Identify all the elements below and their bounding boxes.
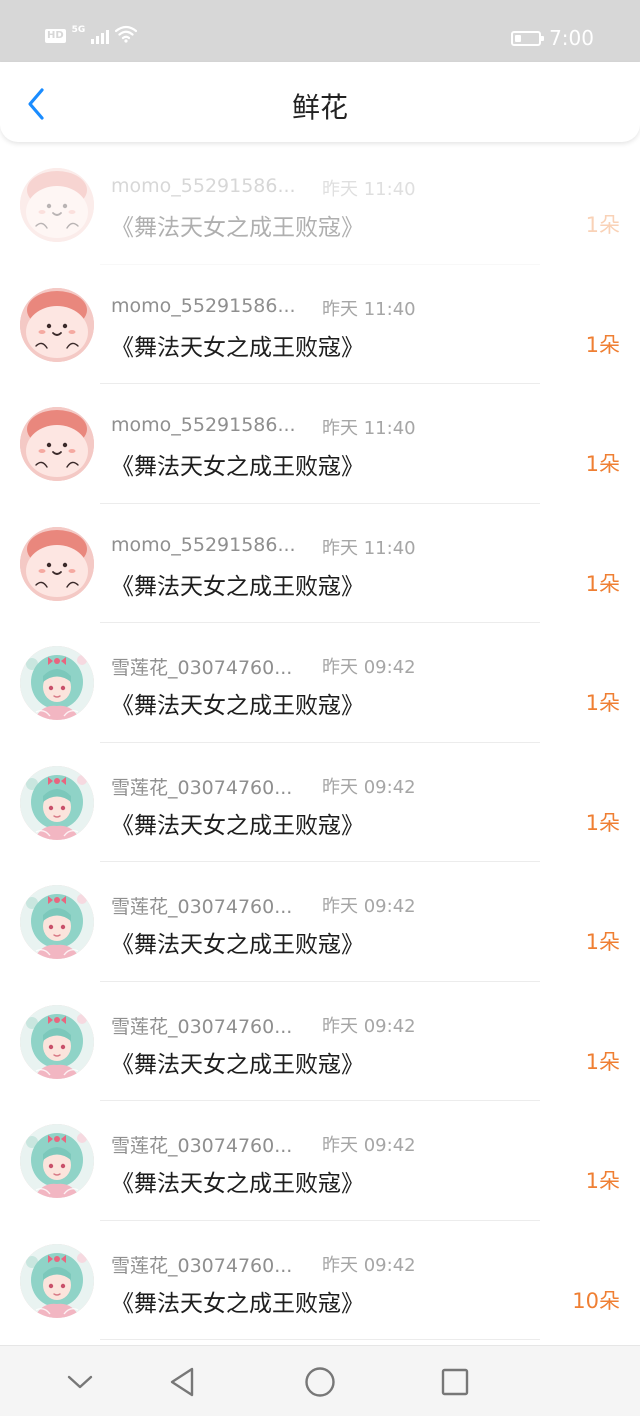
system-navigation-bar xyxy=(0,1345,640,1416)
home-button[interactable] xyxy=(300,1364,340,1400)
flower-list-item[interactable]: 雪莲花_03074760... 昨天 09:42 《舞法天女之成王败寇》 1朵 xyxy=(0,1101,640,1221)
sender-name: momo_55291586... xyxy=(111,294,296,317)
flower-count: 1朵 xyxy=(585,452,620,476)
work-title: 《舞法天女之成王败寇》 xyxy=(111,693,364,719)
flower-count: 1朵 xyxy=(585,1169,620,1193)
nav-bar: 鲜花 xyxy=(0,62,640,142)
flower-list-item[interactable]: momo_55291586... 昨天 11:40 《舞法天女之成王败寇》 1朵 xyxy=(0,145,640,265)
sender-name: momo_55291586... xyxy=(111,414,296,436)
signal-icon xyxy=(91,28,110,44)
avatar[interactable] xyxy=(20,287,94,362)
avatar[interactable] xyxy=(20,1124,94,1198)
sender-name: 雪莲花_03074760... xyxy=(111,896,293,918)
sender-name: 雪莲花_03074760... xyxy=(111,1015,293,1038)
flower-count: 1朵 xyxy=(585,1049,620,1074)
status-bar: HD 5G 7:00 xyxy=(0,0,640,62)
flower-count: 1朵 xyxy=(585,691,620,715)
flower-list-item[interactable]: 雪莲花_03074760... 昨天 09:42 《舞法天女之成王败寇》 10朵 xyxy=(0,1221,640,1341)
hd-indicator: HD xyxy=(45,29,66,43)
status-left: HD 5G xyxy=(45,25,138,47)
work-title: 《舞法天女之成王败寇》 xyxy=(111,1051,364,1078)
flower-list-item[interactable]: momo_55291586... 昨天 11:40 《舞法天女之成王败寇》 1朵 xyxy=(0,504,640,624)
timestamp: 昨天 09:42 xyxy=(322,1135,416,1156)
avatar[interactable] xyxy=(20,646,94,720)
square-recent-icon xyxy=(441,1368,469,1396)
flower-list-item[interactable]: 雪莲花_03074760... 昨天 09:42 《舞法天女之成王败寇》 1朵 xyxy=(0,743,640,863)
wifi-icon xyxy=(115,25,138,47)
triangle-back-icon xyxy=(170,1367,194,1397)
flower-count: 1朵 xyxy=(585,213,620,237)
flower-list-item[interactable]: 雪莲花_03074760... 昨天 09:42 《舞法天女之成王败寇》 1朵 xyxy=(0,623,640,743)
timestamp: 昨天 09:42 xyxy=(322,776,416,798)
timestamp: 昨天 09:42 xyxy=(322,1254,416,1276)
timestamp: 昨天 11:40 xyxy=(322,179,416,200)
back-nav-button[interactable] xyxy=(162,1364,202,1400)
flower-count: 1朵 xyxy=(585,332,620,357)
collapse-button[interactable] xyxy=(60,1364,100,1400)
avatar[interactable] xyxy=(20,168,94,242)
flower-list: momo_55291586... 昨天 11:40 《舞法天女之成王败寇》 1朵 mom… xyxy=(0,145,640,1340)
work-title: 《舞法天女之成王败寇》 xyxy=(111,215,364,241)
sender-name: momo_55291586... xyxy=(111,175,296,197)
sender-name: 雪莲花_03074760... xyxy=(111,1254,293,1277)
timestamp: 昨天 09:42 xyxy=(322,896,416,917)
timestamp: 昨天 09:42 xyxy=(322,1015,416,1037)
timestamp: 昨天 09:42 xyxy=(322,657,416,678)
avatar[interactable] xyxy=(20,885,94,959)
flower-list-item[interactable]: momo_55291586... 昨天 11:40 《舞法天女之成王败寇》 1朵 xyxy=(0,384,640,504)
status-right: 7:00 xyxy=(511,26,594,50)
clock: 7:00 xyxy=(549,26,594,50)
flower-list-item[interactable]: 雪莲花_03074760... 昨天 09:42 《舞法天女之成王败寇》 1朵 xyxy=(0,982,640,1102)
work-title: 《舞法天女之成王败寇》 xyxy=(111,334,364,361)
battery-icon xyxy=(511,30,545,46)
avatar[interactable] xyxy=(20,1243,94,1318)
flower-count: 10朵 xyxy=(572,1288,620,1313)
flower-count: 1朵 xyxy=(585,571,620,596)
avatar[interactable] xyxy=(20,1004,94,1079)
sender-name: 雪莲花_03074760... xyxy=(111,1135,293,1157)
chevron-down-icon xyxy=(67,1375,93,1389)
avatar[interactable] xyxy=(20,526,94,601)
sender-name: 雪莲花_03074760... xyxy=(111,776,293,799)
work-title: 《舞法天女之成王败寇》 xyxy=(111,812,364,839)
work-title: 《舞法天女之成王败寇》 xyxy=(111,573,364,600)
sender-name: momo_55291586... xyxy=(111,533,296,556)
avatar[interactable] xyxy=(20,765,94,840)
work-title: 《舞法天女之成王败寇》 xyxy=(111,454,364,480)
timestamp: 昨天 11:40 xyxy=(322,537,416,559)
circle-home-icon xyxy=(305,1367,335,1397)
flower-count: 1朵 xyxy=(585,810,620,835)
work-title: 《舞法天女之成王败寇》 xyxy=(111,932,364,958)
timestamp: 昨天 11:40 xyxy=(322,298,416,320)
work-title: 《舞法天女之成王败寇》 xyxy=(111,1290,364,1317)
sender-name: 雪莲花_03074760... xyxy=(111,657,293,679)
network-type: 5G xyxy=(71,25,86,35)
recent-apps-button[interactable] xyxy=(435,1364,475,1400)
work-title: 《舞法天女之成王败寇》 xyxy=(111,1171,364,1197)
flower-list-item[interactable]: 雪莲花_03074760... 昨天 09:42 《舞法天女之成王败寇》 1朵 xyxy=(0,862,640,982)
flower-count: 1朵 xyxy=(585,930,620,954)
avatar[interactable] xyxy=(20,407,94,481)
flower-list-item[interactable]: momo_55291586... 昨天 11:40 《舞法天女之成王败寇》 1朵 xyxy=(0,265,640,385)
page-title: 鲜花 xyxy=(291,91,348,124)
timestamp: 昨天 11:40 xyxy=(322,418,416,439)
